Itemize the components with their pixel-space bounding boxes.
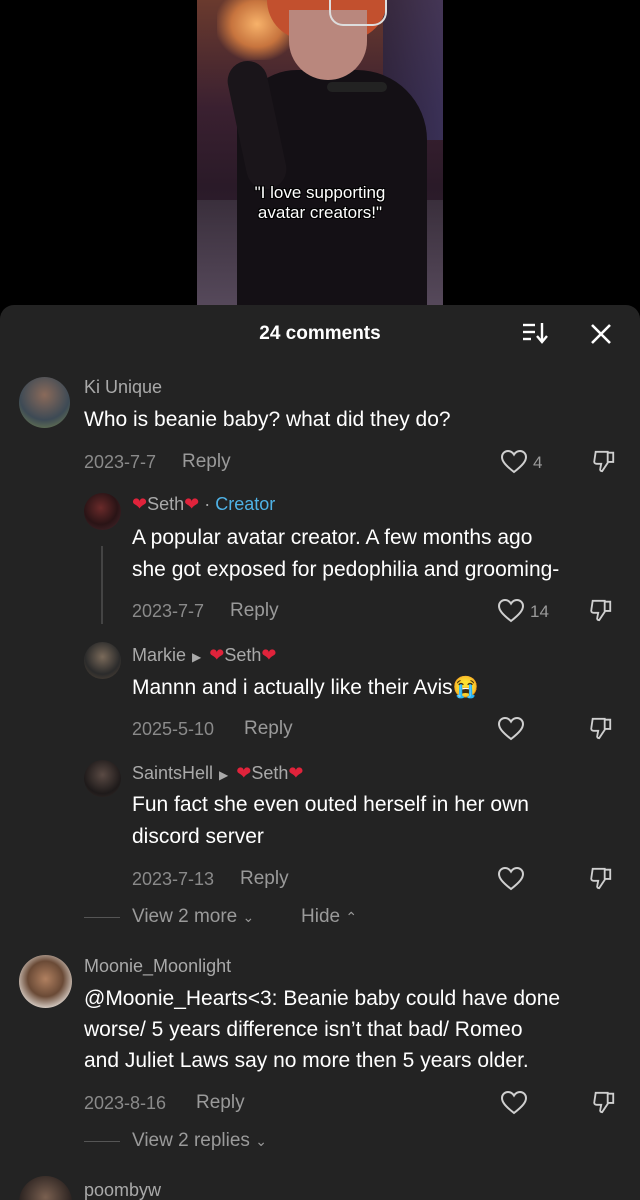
heart-icon[interactable] bbox=[501, 1091, 527, 1115]
caption-line-1: "I love supporting bbox=[254, 183, 386, 202]
chevron-down-icon: ⌄ bbox=[255, 1133, 267, 1149]
comment-date: 2023-7-7 bbox=[132, 601, 205, 621]
thread-line bbox=[101, 546, 103, 624]
red-heart-icon: ❤ bbox=[261, 645, 277, 665]
view-more-label: View 2 more bbox=[132, 906, 238, 927]
avatar[interactable] bbox=[19, 377, 70, 428]
hide-label: Hide bbox=[301, 906, 341, 927]
comment-text-line-1: A popular avatar creator. A few months a… bbox=[132, 526, 533, 549]
view-replies-label: View 2 replies bbox=[132, 1130, 250, 1151]
hide-replies-button[interactable]: Hide ⌃ bbox=[301, 906, 357, 928]
comment-username[interactable]: Ki Unique bbox=[84, 377, 162, 398]
divider-line bbox=[84, 1141, 120, 1142]
heart-icon[interactable] bbox=[498, 599, 524, 623]
dislike-icon[interactable] bbox=[588, 598, 614, 622]
red-heart-icon: ❤ bbox=[288, 763, 304, 783]
close-icon[interactable] bbox=[588, 321, 614, 347]
reply-arrow-icon: ▶ bbox=[219, 768, 229, 782]
comment-text: Who is beanie baby? what did they do? bbox=[84, 408, 451, 431]
dislike-icon[interactable] bbox=[591, 449, 617, 473]
avatar[interactable] bbox=[84, 760, 121, 797]
comment-text-line-1: Fun fact she even outed herself in her o… bbox=[132, 793, 529, 816]
username-text: Seth bbox=[147, 494, 185, 514]
comment-date: 2023-7-13 bbox=[132, 869, 215, 889]
username-text: SaintsHell bbox=[132, 763, 214, 783]
red-heart-icon: ❤ bbox=[236, 763, 252, 783]
comment-text-line-2: she got exposed for pedophilia and groom… bbox=[132, 558, 560, 581]
avatar-choker bbox=[327, 82, 387, 92]
reply-button[interactable]: Reply bbox=[244, 718, 293, 740]
video-area[interactable]: "I love supporting avatar creators!" bbox=[0, 0, 640, 310]
comment-username[interactable]: poombyw bbox=[84, 1180, 161, 1200]
comment-username[interactable]: Markie ▶ ❤Seth❤ bbox=[132, 645, 276, 666]
comment-text-content: Mannn and i actually like their Avis bbox=[132, 676, 453, 699]
heart-icon[interactable] bbox=[498, 867, 524, 891]
heart-icon[interactable] bbox=[498, 717, 524, 741]
dislike-icon[interactable] bbox=[588, 716, 614, 740]
dislike-icon[interactable] bbox=[588, 866, 614, 890]
red-heart-icon: ❤ bbox=[132, 494, 148, 514]
reply-arrow-icon: ▶ bbox=[192, 650, 202, 664]
comment-username[interactable]: ❤Seth❤ · Creator bbox=[132, 494, 275, 515]
reply-to-username[interactable]: Seth bbox=[224, 645, 261, 665]
comment-text-line-1: @Moonie_Hearts<3: Beanie baby could have… bbox=[84, 987, 561, 1010]
caption-line-2: avatar creators!" bbox=[257, 203, 383, 222]
view-more-replies-button[interactable]: View 2 more ⌄ bbox=[132, 906, 254, 928]
red-heart-icon: ❤ bbox=[184, 494, 200, 514]
comment-date: 2025-5-10 bbox=[132, 719, 215, 739]
like-count: 14 bbox=[530, 602, 549, 621]
reply-button[interactable]: Reply bbox=[240, 868, 289, 890]
comment-date: 2023-7-7 bbox=[84, 452, 157, 472]
reply-to-username[interactable]: Seth bbox=[251, 763, 288, 783]
crying-emoji-icon: 😭 bbox=[452, 676, 479, 699]
sort-icon[interactable] bbox=[521, 321, 549, 345]
video-thumbnail[interactable] bbox=[197, 0, 443, 310]
like-count: 4 bbox=[533, 453, 543, 472]
dislike-icon[interactable] bbox=[591, 1090, 617, 1114]
comment-username[interactable]: SaintsHell ▶ ❤Seth❤ bbox=[132, 763, 304, 784]
avatar[interactable] bbox=[19, 955, 72, 1008]
comment-date: 2023-8-16 bbox=[84, 1093, 167, 1113]
creator-badge: Creator bbox=[215, 494, 276, 514]
comment-username[interactable]: Moonie_Moonlight bbox=[84, 956, 231, 977]
comment-text-line-3: and Juliet Laws say no more then 5 years… bbox=[84, 1049, 529, 1072]
comment-text-line-2: discord server bbox=[132, 825, 264, 848]
view-replies-button[interactable]: View 2 replies ⌄ bbox=[132, 1130, 267, 1152]
separator-dot: · bbox=[204, 494, 216, 514]
video-caption: "I love supporting avatar creators!" bbox=[197, 183, 443, 223]
reply-button[interactable]: Reply bbox=[182, 451, 231, 473]
divider-line bbox=[84, 917, 120, 918]
username-text: Markie bbox=[132, 645, 187, 665]
chevron-up-icon: ⌃ bbox=[345, 909, 358, 925]
avatar[interactable] bbox=[84, 642, 121, 679]
sheet-header: 24 comments bbox=[0, 305, 640, 363]
avatar[interactable] bbox=[84, 493, 121, 530]
chevron-down-icon: ⌄ bbox=[242, 909, 255, 925]
comment-text: Mannn and i actually like their Avis😭 bbox=[132, 672, 479, 704]
reply-button[interactable]: Reply bbox=[230, 600, 279, 622]
comment-text-line-2: worse/ 5 years difference isn’t that bad… bbox=[84, 1018, 523, 1041]
heart-icon[interactable] bbox=[501, 450, 527, 474]
red-heart-icon: ❤ bbox=[209, 645, 225, 665]
avatar-glasses bbox=[329, 0, 387, 26]
reply-button[interactable]: Reply bbox=[196, 1092, 245, 1114]
